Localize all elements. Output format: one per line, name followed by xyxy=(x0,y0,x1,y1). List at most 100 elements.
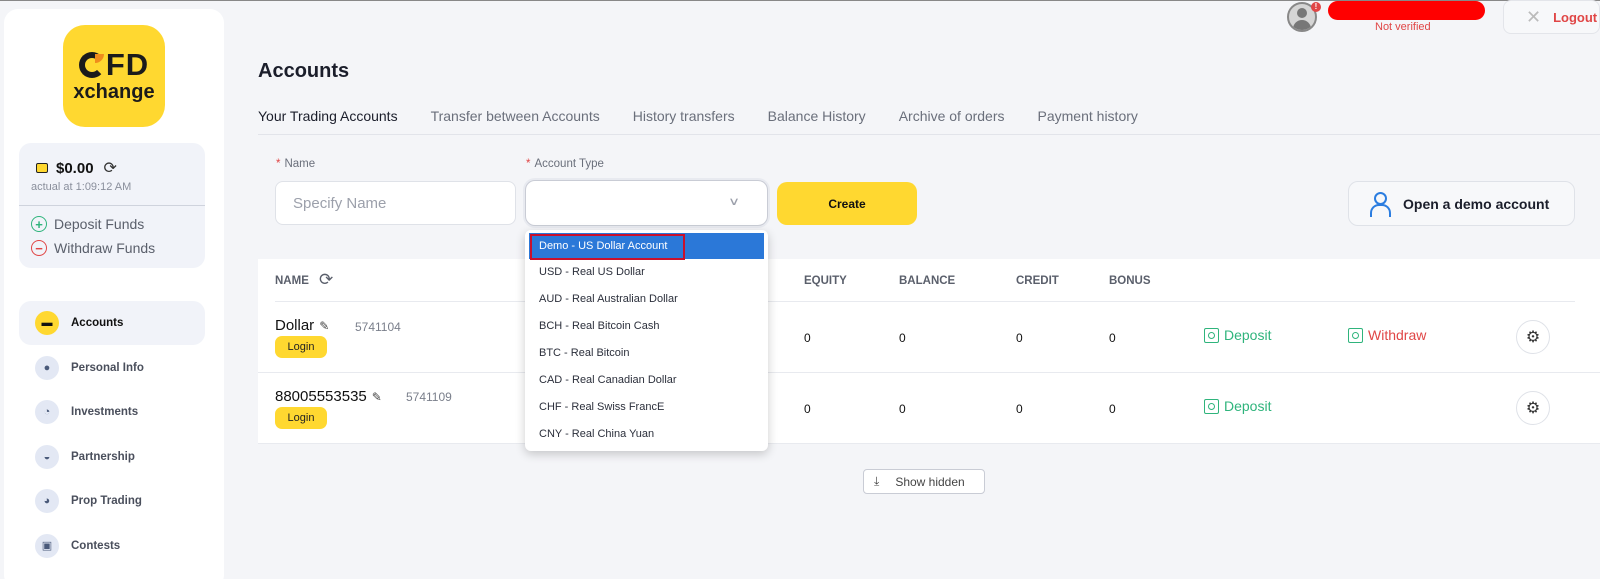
user-icon xyxy=(1369,191,1391,217)
gear-icon[interactable]: ⚙ xyxy=(1516,320,1550,354)
col-header-name[interactable]: NAME xyxy=(275,275,309,287)
person-icon: ● xyxy=(35,355,59,380)
withdraw-label: Withdraw xyxy=(1368,327,1427,343)
tab-history-transfers[interactable]: History transfers xyxy=(633,108,735,124)
money-icon xyxy=(1204,398,1219,414)
tabs: Your Trading Accounts Transfer between A… xyxy=(258,108,1171,124)
cell-bonus: 0 xyxy=(1109,402,1116,416)
login-button[interactable]: Login xyxy=(275,336,327,358)
col-header-bonus: BONUS xyxy=(1109,275,1151,287)
sidebar-item-prop-trading[interactable]: ◕ Prop Trading xyxy=(19,479,205,523)
tab-balance-history[interactable]: Balance History xyxy=(768,108,866,124)
col-header-balance: BALANCE xyxy=(899,275,956,287)
open-demo-account-button[interactable]: Open a demo account xyxy=(1348,181,1575,226)
withdraw-button[interactable]: Withdraw xyxy=(1348,327,1426,343)
alert-icon: ! xyxy=(1311,2,1321,12)
withdraw-funds-label: Withdraw Funds xyxy=(54,240,156,256)
refresh-balance-icon[interactable]: ⟳ xyxy=(104,158,117,178)
sidebar-item-investments[interactable]: ◔ Investments xyxy=(19,390,205,434)
create-button[interactable]: Create xyxy=(777,182,917,225)
chevron-down-icon: ∨ xyxy=(727,196,741,208)
account-name: Dollar xyxy=(275,317,315,334)
tab-transfer-between-accounts[interactable]: Transfer between Accounts xyxy=(431,108,600,124)
dropdown-option[interactable]: CNY - Real China Yuan xyxy=(525,421,768,448)
row-divider xyxy=(258,372,1600,373)
tabs-divider xyxy=(258,134,1600,135)
account-type-dropdown: Demo - US Dollar Account USD - Real US D… xyxy=(525,230,768,451)
cell-bonus: 0 xyxy=(1109,331,1116,345)
sidebar-item-contests[interactable]: ▣ Contests xyxy=(19,524,205,568)
dropdown-option[interactable]: CAD - Real Canadian Dollar xyxy=(525,367,768,394)
edit-pencil-icon[interactable]: ✎ xyxy=(372,390,382,404)
row-divider xyxy=(258,443,1600,444)
close-icon: ✕ xyxy=(1526,6,1542,27)
wallet-icon xyxy=(36,163,48,173)
dropdown-option[interactable]: CHF - Real Swiss FrancE xyxy=(525,394,768,421)
account-type-label: * Account Type xyxy=(526,158,604,170)
balance-amount: $0.00 xyxy=(56,159,94,177)
sidebar-item-personal-info[interactable]: ● Personal Info xyxy=(19,346,205,390)
refresh-icon[interactable]: ⟳ xyxy=(319,270,333,290)
account-type-label-text: Account Type xyxy=(534,158,604,170)
tab-payment-history[interactable]: Payment history xyxy=(1038,108,1138,124)
cell-balance: 0 xyxy=(899,331,906,345)
cell-equity: 0 xyxy=(804,331,811,345)
open-demo-account-label: Open a demo account xyxy=(1403,195,1550,212)
cell-credit: 0 xyxy=(1016,402,1023,416)
logo-text-top: FD xyxy=(105,47,150,82)
header-divider xyxy=(275,301,1575,302)
money-icon xyxy=(1204,327,1219,343)
plus-circle-icon: + xyxy=(31,216,47,232)
handshake-icon: ◒ xyxy=(35,444,59,469)
logo-text-bottom: xchange xyxy=(73,81,155,103)
sidebar-item-label: Investments xyxy=(71,406,139,418)
sidebar-item-label: Personal Info xyxy=(71,361,144,374)
sidebar-item-label: Accounts xyxy=(71,317,124,329)
deposit-button[interactable]: Deposit xyxy=(1204,327,1271,343)
logout-button[interactable]: ✕ Logout xyxy=(1503,0,1600,34)
tab-your-trading-accounts[interactable]: Your Trading Accounts xyxy=(258,108,398,124)
logout-label: Logout xyxy=(1553,9,1598,25)
deposit-label: Deposit xyxy=(1224,398,1272,414)
redacted-username xyxy=(1328,1,1485,20)
sidebar-item-partnership[interactable]: ◒ Partnership xyxy=(19,435,205,479)
deposit-label: Deposit xyxy=(1224,327,1272,343)
wallet-icon: ▬ xyxy=(35,311,59,335)
sidebar-nav: ▬ Accounts ● Personal Info ◔ Investments… xyxy=(19,301,205,568)
table-row-account-name: 88005553535 ✎ xyxy=(275,388,382,405)
login-button[interactable]: Login xyxy=(275,407,327,429)
name-label: * Name xyxy=(276,158,315,170)
chart-icon: ◔ xyxy=(35,400,59,424)
money-icon xyxy=(1348,327,1363,343)
dropdown-option[interactable]: AUD - Real Australian Dollar xyxy=(525,286,768,313)
tab-archive-of-orders[interactable]: Archive of orders xyxy=(899,108,1005,124)
gift-icon: ▣ xyxy=(35,533,59,558)
balance-timestamp: actual at 1:09:12 AM xyxy=(31,181,132,193)
show-hidden-label: Show hidden xyxy=(895,474,965,489)
sidebar-item-label: Prop Trading xyxy=(71,495,142,507)
dropdown-option[interactable]: USD - Real US Dollar xyxy=(525,259,768,286)
cell-equity: 0 xyxy=(804,402,811,416)
table-row-account-name: Dollar ✎ xyxy=(275,317,329,334)
dropdown-option[interactable]: Demo - US Dollar Account xyxy=(529,233,764,260)
pie-icon: ◕ xyxy=(35,489,59,513)
account-number: 5741104 xyxy=(355,320,401,334)
edit-pencil-icon[interactable]: ✎ xyxy=(319,319,329,333)
name-input[interactable] xyxy=(275,181,516,225)
download-icon: ⤓ xyxy=(874,474,880,488)
logo-c-mark xyxy=(78,52,105,78)
withdraw-funds-link[interactable]: − Withdraw Funds xyxy=(31,240,155,256)
gear-icon[interactable]: ⚙ xyxy=(1516,391,1550,425)
deposit-funds-link[interactable]: + Deposit Funds xyxy=(31,216,144,232)
dropdown-option[interactable]: BTC - Real Bitcoin xyxy=(525,340,768,367)
brand-logo[interactable]: FD xchange xyxy=(63,25,165,127)
cell-balance: 0 xyxy=(899,402,906,416)
required-mark: * xyxy=(526,158,531,170)
cell-credit: 0 xyxy=(1016,331,1023,345)
sidebar: FD xchange $0.00 ⟳ actual at 1:09:12 AM … xyxy=(4,9,224,579)
dropdown-option[interactable]: BCH - Real Bitcoin Cash xyxy=(525,313,768,340)
show-hidden-button[interactable]: ⤓ Show hidden xyxy=(863,469,985,494)
deposit-button[interactable]: Deposit xyxy=(1204,398,1271,414)
col-header-credit: CREDIT xyxy=(1016,275,1059,287)
sidebar-item-accounts[interactable]: ▬ Accounts xyxy=(19,301,205,345)
